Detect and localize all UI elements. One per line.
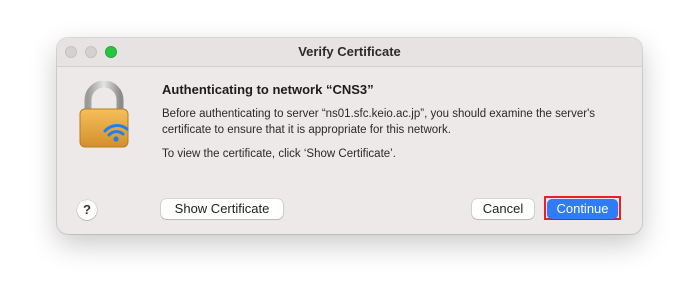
continue-button[interactable]: Continue: [547, 199, 618, 219]
title-bar[interactable]: Verify Certificate: [57, 38, 642, 67]
dialog-hint: To view the certificate, click ‘Show Cer…: [162, 148, 396, 160]
show-certificate-button[interactable]: Show Certificate: [161, 199, 283, 219]
cancel-button[interactable]: Cancel: [472, 199, 534, 219]
wifi-lock-icon: [76, 80, 132, 149]
help-button[interactable]: ?: [77, 200, 97, 220]
window-title: Verify Certificate: [298, 44, 401, 59]
dialog-message: Before authenticating to server “ns01.sf…: [162, 108, 596, 136]
verify-certificate-dialog: Verify Certificate Authenticating to net…: [57, 38, 642, 234]
dialog-heading: Authenticating to network “CNS3”: [162, 82, 374, 97]
